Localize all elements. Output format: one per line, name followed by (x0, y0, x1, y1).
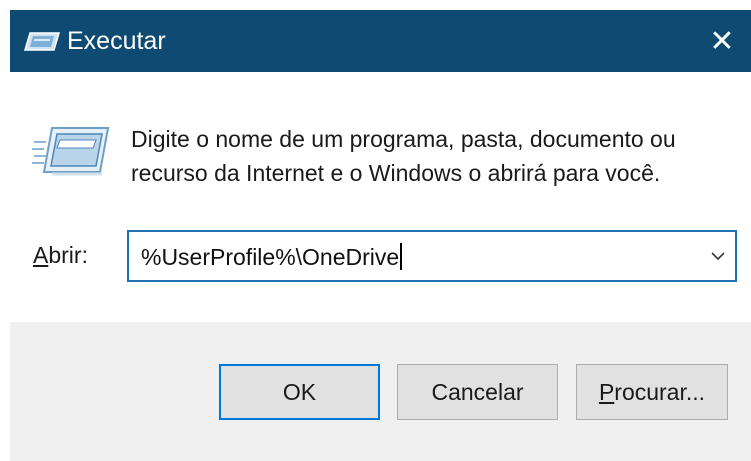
text-caret (400, 243, 403, 270)
open-input[interactable]: %UserProfile%\OneDrive (141, 242, 403, 272)
browse-button[interactable]: Procurar... (576, 364, 728, 420)
close-button[interactable]: ✕ (693, 10, 751, 72)
close-icon: ✕ (709, 24, 735, 58)
ok-button[interactable]: OK (219, 364, 380, 420)
button-bar: OK Cancelar Procurar... (10, 322, 751, 461)
dialog-content: Digite o nome de um programa, pasta, doc… (10, 72, 751, 322)
run-dialog-icon (23, 30, 61, 52)
open-input-value: %UserProfile%\OneDrive (141, 244, 400, 270)
chevron-down-icon[interactable] (707, 244, 729, 268)
run-dialog-icon (30, 122, 110, 182)
description-text: Digite o nome de um programa, pasta, doc… (131, 126, 676, 186)
title-bar[interactable]: Executar ✕ (10, 10, 751, 72)
cancel-button[interactable]: Cancelar (397, 364, 558, 420)
browse-mnemonic: P (598, 379, 615, 405)
open-label-rest: brir: (48, 242, 88, 268)
open-label: Abrir: (33, 240, 88, 270)
open-combobox[interactable]: %UserProfile%\OneDrive (127, 230, 737, 282)
open-label-mnemonic: A (33, 242, 49, 268)
browse-label-rest: rocurar... (614, 379, 706, 405)
window-title: Executar (67, 27, 166, 55)
run-dialog: Executar ✕ Digite o nome de um programa,… (10, 10, 751, 461)
